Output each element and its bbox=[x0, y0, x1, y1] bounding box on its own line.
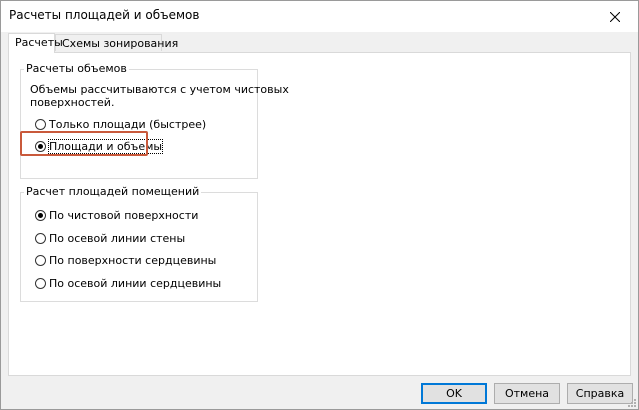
radio-wall-centerline[interactable]: По осевой линии стены bbox=[35, 230, 185, 246]
close-button[interactable] bbox=[592, 1, 638, 32]
radio-areas-only[interactable]: Только площади (быстрее) bbox=[35, 116, 206, 132]
volume-description-line2: поверхностей. bbox=[30, 96, 115, 109]
radio-label: По чистовой поверхности bbox=[49, 208, 199, 222]
selection-highlight-box bbox=[20, 131, 148, 156]
volume-group-title: Расчеты объемов bbox=[24, 62, 129, 75]
volume-description-line1: Объемы рассчитываются с учетом чистовых bbox=[30, 83, 289, 96]
radio-button[interactable] bbox=[35, 254, 46, 266]
close-icon bbox=[610, 11, 620, 22]
tab-label: Схемы зонирования bbox=[62, 37, 179, 50]
area-group-title: Расчет площадей помещений bbox=[24, 185, 202, 198]
radio-label: По осевой линии сердцевины bbox=[49, 276, 222, 290]
radio-finish-surface[interactable]: По чистовой поверхности bbox=[35, 207, 198, 223]
cancel-button[interactable]: Отмена bbox=[494, 383, 560, 404]
room-area-calculation-group: Расчет площадей помещений По чистовой по… bbox=[20, 185, 258, 302]
radio-button[interactable] bbox=[35, 209, 46, 221]
radio-button[interactable] bbox=[35, 277, 46, 289]
tab-panel-calculations: Расчеты объемов Объемы рассчитываются с … bbox=[8, 52, 631, 376]
radio-label: По поверхности сердцевины bbox=[49, 253, 217, 267]
resize-grip-icon[interactable] bbox=[626, 397, 636, 407]
window-title: Расчеты площадей и объемов bbox=[9, 8, 200, 22]
radio-button[interactable] bbox=[35, 118, 46, 130]
tab-label: Расчеты bbox=[15, 36, 63, 49]
volume-calculations-group: Расчеты объемов Объемы рассчитываются с … bbox=[20, 62, 289, 179]
radio-label: По осевой линии стены bbox=[49, 231, 186, 245]
volume-description: Объемы рассчитываются с учетом чистовых … bbox=[30, 83, 289, 109]
radio-core-surface[interactable]: По поверхности сердцевины bbox=[35, 252, 216, 268]
radio-button[interactable] bbox=[35, 232, 46, 244]
ok-button[interactable]: OK bbox=[421, 383, 487, 404]
help-button[interactable]: Справка bbox=[567, 383, 633, 404]
tab-calculations[interactable]: Расчеты bbox=[8, 33, 63, 53]
tab-zoning-schemes[interactable]: Схемы зонирования bbox=[55, 34, 178, 51]
radio-label: Только площади (быстрее) bbox=[49, 117, 207, 131]
title-bar: Расчеты площадей и объемов bbox=[1, 1, 638, 32]
dialog-window: Расчеты площадей и объемов Расчеты Схемы… bbox=[0, 0, 639, 410]
radio-core-centerline[interactable]: По осевой линии сердцевины bbox=[35, 275, 221, 291]
